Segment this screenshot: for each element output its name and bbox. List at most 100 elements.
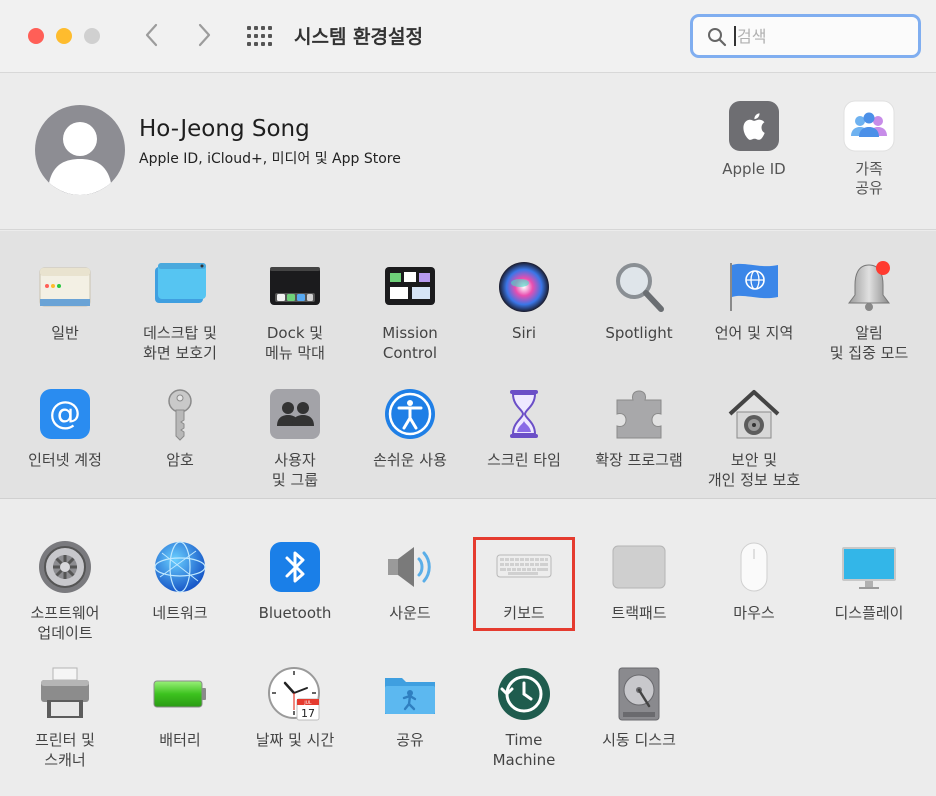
pane-security-privacy[interactable]: 보안 및 개인 정보 보호 <box>698 386 810 490</box>
time-machine-icon <box>496 666 552 722</box>
pane-siri[interactable]: Siri <box>468 259 580 343</box>
pane-label: 공유 <box>396 731 424 749</box>
svg-text:@: @ <box>49 394 81 432</box>
close-button[interactable] <box>28 28 44 44</box>
pane-label: Spotlight <box>605 324 673 342</box>
pane-mouse[interactable]: 마우스 <box>698 539 810 623</box>
pane-general[interactable]: 일반 <box>9 259 121 343</box>
pane-mission-control[interactable]: Mission Control <box>354 259 466 363</box>
clock-icon: JUL 17 <box>267 666 323 722</box>
text-cursor <box>734 26 736 46</box>
desktop-screensaver-icon <box>152 259 208 315</box>
pane-label: 날짜 및 시간 <box>255 731 335 749</box>
pane-label: Bluetooth <box>258 604 332 622</box>
dock-icon <box>267 259 323 315</box>
pane-bluetooth[interactable]: Bluetooth <box>239 539 351 623</box>
pane-trackpad[interactable]: 트랙패드 <box>583 539 695 623</box>
gear-icon <box>37 539 93 595</box>
pane-battery[interactable]: 배터리 <box>124 666 236 750</box>
pane-time-machine[interactable]: Time Machine <box>468 666 580 770</box>
avatar[interactable] <box>35 105 125 195</box>
pane-extensions[interactable]: 확장 프로그램 <box>583 386 695 470</box>
pane-label: 트랙패드 <box>611 604 667 622</box>
bluetooth-icon <box>267 539 323 595</box>
spotlight-icon <box>611 259 667 315</box>
trackpad-icon <box>611 539 667 595</box>
person-silhouette-icon <box>49 122 111 195</box>
pane-label: 확장 프로그램 <box>595 451 683 469</box>
pane-apple-id[interactable]: Apple ID <box>704 100 804 179</box>
pane-date-time[interactable]: JUL 17 날짜 및 시간 <box>239 666 351 750</box>
network-globe-icon <box>152 539 208 595</box>
hourglass-icon <box>496 386 552 442</box>
pane-label: 키보드 <box>503 604 545 622</box>
pane-spotlight[interactable]: Spotlight <box>583 259 695 343</box>
pane-label: Siri <box>511 324 537 342</box>
pane-label: 소프트웨어 업데이트 <box>30 604 100 642</box>
search-input[interactable] <box>737 22 907 50</box>
pane-startup-disk[interactable]: 시동 디스크 <box>583 666 695 750</box>
pane-label: 손쉬운 사용 <box>373 451 447 469</box>
pane-accessibility[interactable]: 손쉬운 사용 <box>354 386 466 470</box>
calendar-day: 17 <box>301 707 315 720</box>
pane-label: 일반 <box>51 324 79 342</box>
pane-label: Mission Control <box>382 324 438 362</box>
zoom-button[interactable] <box>84 28 100 44</box>
pane-label: Time Machine <box>492 731 556 769</box>
show-all-button[interactable] <box>246 25 274 47</box>
preferences-section-hardware: 소프트웨어 업데이트 네트워크 Bluetooth 사운드 키보드 트랙패드 마… <box>0 500 936 796</box>
display-icon <box>841 539 897 595</box>
chevron-left-icon <box>145 23 158 47</box>
mission-control-icon <box>382 259 438 315</box>
account-name[interactable]: Ho-Jeong Song <box>139 116 310 142</box>
pane-keyboard[interactable]: 키보드 <box>468 539 580 623</box>
pane-label: 스크린 타임 <box>487 451 561 469</box>
pane-printers-scanners[interactable]: 프린터 및 스캐너 <box>9 666 121 770</box>
search-field[interactable] <box>690 14 921 58</box>
pane-internet-accounts[interactable]: @ 인터넷 계정 <box>9 386 121 470</box>
pane-family-sharing[interactable]: 가족 공유 <box>819 100 919 198</box>
sharing-folder-icon <box>382 666 438 722</box>
globe-flag-icon <box>726 259 782 315</box>
minimize-button[interactable] <box>56 28 72 44</box>
pane-label: 사운드 <box>389 604 431 622</box>
mouse-icon <box>726 539 782 595</box>
pane-label: 네트워크 <box>152 604 208 622</box>
pane-software-update[interactable]: 소프트웨어 업데이트 <box>9 539 121 643</box>
pane-passwords[interactable]: 암호 <box>124 386 236 470</box>
pane-sharing[interactable]: 공유 <box>354 666 466 750</box>
pane-label: 사용자 및 그룹 <box>271 451 319 489</box>
pane-screen-time[interactable]: 스크린 타임 <box>468 386 580 470</box>
pane-label: 시동 디스크 <box>602 731 676 749</box>
pane-displays[interactable]: 디스플레이 <box>813 539 925 623</box>
disk-icon <box>611 666 667 722</box>
pane-sound[interactable]: 사운드 <box>354 539 466 623</box>
pane-users-groups[interactable]: 사용자 및 그룹 <box>239 386 351 490</box>
puzzle-icon <box>611 386 667 442</box>
pane-label: 디스플레이 <box>834 604 904 622</box>
window-title: 시스템 환경설정 <box>294 26 423 48</box>
apple-logo-icon <box>728 100 780 152</box>
pane-desktop-screensaver[interactable]: 데스크탑 및 화면 보호기 <box>124 259 236 363</box>
siri-icon <box>496 259 552 315</box>
pane-language-region[interactable]: 언어 및 지역 <box>698 259 810 343</box>
pane-notifications-focus[interactable]: 알림 및 집중 모드 <box>813 259 925 363</box>
preferences-section-personal: 일반 데스크탑 및 화면 보호기 Dock 및 메뉴 막대 Mission Co… <box>0 231 936 499</box>
calendar-month: JUL <box>303 700 312 706</box>
account-header: Ho-Jeong Song Apple ID, iCloud+, 미디어 및 A… <box>0 74 936 230</box>
pane-label: 배터리 <box>159 731 201 749</box>
pane-label: 프린터 및 스캐너 <box>35 731 95 769</box>
pane-network[interactable]: 네트워크 <box>124 539 236 623</box>
pane-dock-menubar[interactable]: Dock 및 메뉴 막대 <box>239 259 351 363</box>
search-icon <box>707 27 727 47</box>
forward-button[interactable] <box>189 18 219 52</box>
battery-icon <box>152 666 208 722</box>
chevron-right-icon <box>198 23 211 47</box>
pane-label: 인터넷 계정 <box>28 451 102 469</box>
pane-label: 데스크탑 및 화면 보호기 <box>143 324 217 362</box>
toolbar: 시스템 환경설정 <box>0 0 936 73</box>
house-lock-icon <box>726 386 782 442</box>
grid-icon <box>247 26 272 46</box>
back-button[interactable] <box>137 18 167 52</box>
at-sign-icon: @ <box>37 386 93 442</box>
